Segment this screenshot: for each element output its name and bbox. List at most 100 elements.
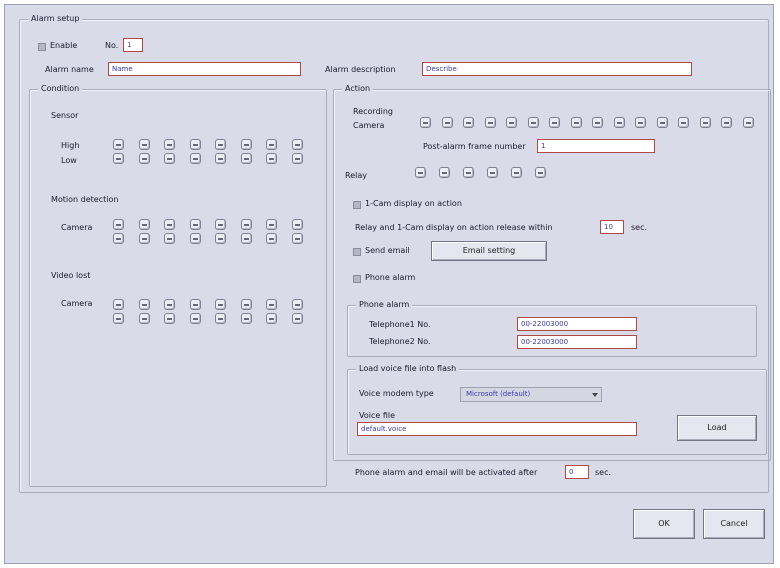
cancel-button[interactable]: Cancel [703, 509, 765, 539]
motion-checkbox-1-5[interactable] [215, 219, 226, 230]
motion-checkbox-2-5[interactable] [215, 233, 226, 244]
video-lost-checkbox-1-4[interactable] [189, 299, 201, 310]
video-lost-checkbox-1-2[interactable] [138, 299, 150, 310]
enable-checkbox[interactable] [38, 43, 46, 51]
recording-camera-checkbox-1-14[interactable] [699, 117, 711, 128]
voice-file-field[interactable]: default.voice [357, 422, 637, 436]
recording-camera-checkbox-1-15[interactable] [721, 117, 732, 128]
one-cam-display-label: 1-Cam display on action [365, 199, 462, 208]
video-lost-checkbox-1-5[interactable] [215, 299, 226, 310]
relay-checkboxes [415, 167, 565, 181]
sensor-checkbox-1-3[interactable] [164, 139, 175, 150]
phone-alarm-checkbox[interactable] [353, 275, 361, 283]
motion-checkbox-1-3[interactable] [164, 219, 175, 230]
video-lost-checkbox-1-6[interactable] [240, 299, 252, 310]
video-lost-checkbox-2-1[interactable] [113, 313, 124, 324]
recording-camera-checkbox-1-4[interactable] [484, 117, 496, 128]
motion-checkbox-2-6[interactable] [240, 233, 252, 244]
recording-camera-checkbox-1-1[interactable] [420, 117, 431, 128]
motion-checkbox-1-7[interactable] [266, 219, 277, 230]
recording-camera-checkbox-1-16[interactable] [742, 117, 754, 128]
ok-button[interactable]: OK [633, 509, 695, 539]
sensor-checkbox-1-5[interactable] [215, 139, 226, 150]
motion-checkbox-grid [113, 219, 313, 249]
sensor-checkbox-2-4[interactable] [189, 153, 201, 164]
voice-file-group-title: Load voice file into flash [356, 364, 460, 374]
alarm-description-field[interactable]: Describe [422, 62, 692, 76]
telephone1-field[interactable]: 00-22003000 [517, 317, 637, 331]
motion-checkbox-2-7[interactable] [266, 233, 277, 244]
alarm-number-field[interactable]: 1 [123, 38, 143, 52]
motion-checkbox-2-4[interactable] [189, 233, 201, 244]
telephone2-field[interactable]: 00-22003000 [517, 335, 637, 349]
relay-checkbox-1-5[interactable] [511, 167, 522, 178]
recording-camera-checkbox-1-12[interactable] [656, 117, 668, 128]
release-within-unit: sec. [631, 223, 648, 232]
sensor-checkbox-1-8[interactable] [291, 139, 303, 150]
motion-checkbox-1-8[interactable] [291, 219, 303, 230]
relay-checkbox-1-1[interactable] [415, 167, 426, 178]
motion-checkbox-1-1[interactable] [113, 219, 124, 230]
video-lost-checkbox-1-3[interactable] [164, 299, 175, 310]
sensor-checkbox-2-1[interactable] [113, 153, 124, 164]
voice-modem-type-label: Voice modem type [359, 389, 434, 398]
sensor-checkbox-1-1[interactable] [113, 139, 124, 150]
recording-camera-checkbox-1-3[interactable] [463, 117, 474, 128]
release-within-field[interactable]: 10 [600, 220, 624, 234]
sensor-checkbox-1-2[interactable] [138, 139, 150, 150]
sensor-checkbox-2-3[interactable] [164, 153, 175, 164]
recording-camera-checkbox-1-9[interactable] [592, 117, 603, 128]
recording-camera-checkbox-1-13[interactable] [678, 117, 689, 128]
video-lost-checkbox-2-6[interactable] [240, 313, 252, 324]
video-lost-checkbox-1-1[interactable] [113, 299, 124, 310]
telephone2-label: Telephone2 No. [369, 337, 431, 346]
one-cam-display-checkbox[interactable] [353, 201, 361, 209]
recording-camera-checkbox-1-6[interactable] [527, 117, 539, 128]
activate-after-unit: sec. [595, 468, 612, 477]
activate-after-field[interactable]: 0 [565, 465, 589, 479]
send-email-checkbox[interactable] [353, 248, 361, 256]
video-lost-checkbox-1-8[interactable] [291, 299, 303, 310]
video-lost-checkbox-2-4[interactable] [189, 313, 201, 324]
video-lost-checkbox-2-2[interactable] [138, 313, 150, 324]
recording-camera-checkbox-1-2[interactable] [441, 117, 453, 128]
recording-camera-checkbox-1-10[interactable] [613, 117, 625, 128]
video-lost-checkbox-2-5[interactable] [215, 313, 226, 324]
sensor-checkbox-2-5[interactable] [215, 153, 226, 164]
sensor-checkbox-2-2[interactable] [138, 153, 150, 164]
motion-checkbox-1-6[interactable] [240, 219, 252, 230]
email-setting-button[interactable]: Email setting [431, 241, 547, 261]
recording-camera-checkbox-1-7[interactable] [549, 117, 560, 128]
sensor-checkbox-2-8[interactable] [291, 153, 303, 164]
recording-camera-checkbox-1-8[interactable] [570, 117, 582, 128]
sensor-checkbox-1-7[interactable] [266, 139, 277, 150]
release-within-label: Relay and 1-Cam display on action releas… [355, 223, 553, 232]
motion-checkbox-1-2[interactable] [138, 219, 150, 230]
motion-checkbox-2-1[interactable] [113, 233, 124, 244]
telephone1-label: Telephone1 No. [369, 320, 431, 329]
motion-checkbox-2-3[interactable] [164, 233, 175, 244]
recording-camera-checkbox-1-5[interactable] [506, 117, 517, 128]
load-button[interactable]: Load [677, 415, 757, 441]
video-lost-checkbox-grid [113, 299, 313, 329]
relay-checkbox-1-2[interactable] [439, 167, 450, 178]
alarm-name-field[interactable]: Name [108, 62, 301, 76]
recording-camera-checkbox-1-11[interactable] [635, 117, 646, 128]
relay-checkbox-1-3[interactable] [463, 167, 474, 178]
post-alarm-frame-field[interactable]: 1 [537, 139, 655, 153]
sensor-checkbox-2-7[interactable] [266, 153, 277, 164]
motion-checkbox-2-8[interactable] [291, 233, 303, 244]
phone-alarm-group-title: Phone alarm [356, 300, 413, 310]
motion-checkbox-2-2[interactable] [138, 233, 150, 244]
motion-checkbox-1-4[interactable] [189, 219, 201, 230]
sensor-checkbox-1-4[interactable] [189, 139, 201, 150]
relay-checkbox-1-4[interactable] [487, 167, 498, 178]
video-lost-checkbox-2-7[interactable] [266, 313, 277, 324]
relay-checkbox-1-6[interactable] [535, 167, 546, 178]
video-lost-checkbox-2-3[interactable] [164, 313, 175, 324]
video-lost-checkbox-1-7[interactable] [266, 299, 277, 310]
video-lost-checkbox-2-8[interactable] [291, 313, 303, 324]
voice-modem-type-select[interactable]: Microsoft (default) [460, 387, 602, 402]
sensor-checkbox-2-6[interactable] [240, 153, 252, 164]
sensor-checkbox-1-6[interactable] [240, 139, 252, 150]
